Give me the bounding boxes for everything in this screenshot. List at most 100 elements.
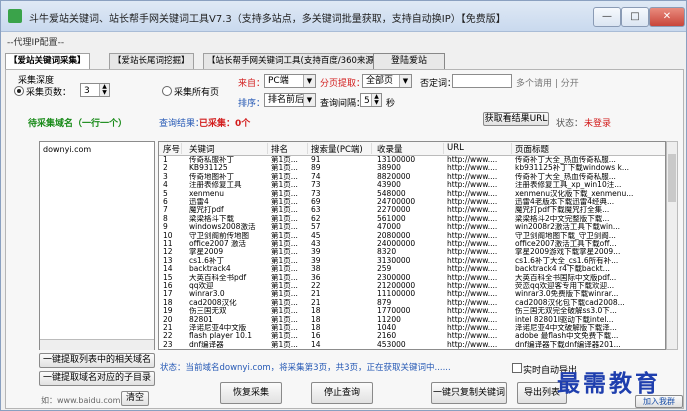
table-cell: 9 [163,223,168,232]
fetch-url-button[interactable]: 获取看结果URL [483,112,549,126]
table-row[interactable]: 14 backtrack4 第1页... 38 259 http://www.... bac… [159,265,665,273]
table-cell: http://www.... [447,298,498,307]
table-row[interactable]: 6 迅雷4 第1页... 69 24700000 http://www.... 迅雷4老版本… [159,198,665,206]
table-cell: 守卫剑阁地图下载_守卫剑阁... [515,231,616,240]
table-row[interactable]: 7 魔咒打pdf 第1页... 63 2270000 http://www.... 魔咒打p… [159,206,665,214]
copy-keywords-button[interactable]: 一键只复制关键词 [431,382,507,404]
table-cell: http://www.... [447,307,498,316]
table-row[interactable]: 1 传奇私服补丁 第1页... 91 13100000 http://www.... 传奇补… [159,156,665,164]
table-row[interactable]: 10 守卫剑阁前传地图 第1页... 45 2080000 http://www.... 守… [159,232,665,240]
col-keyword[interactable]: 关键词 [189,143,268,155]
realtime-export-checkbox[interactable] [512,363,522,373]
clear-button[interactable]: 清空 [121,391,149,406]
results-table[interactable]: 序号 关键词 排名 搜索量(PC端) 收录量 URL 页面标题 1 传奇私服补丁第… [158,141,666,350]
table-cell: 11100000 [377,290,416,299]
interval-unit: 秒 [386,99,396,109]
table-cell: http://www.... [447,256,498,265]
table-row[interactable]: 15 大英百科全书pdf 第1页... 36 2300000 http://www....… [159,274,665,282]
table-cell: 73 [311,181,321,190]
table-cell: 2080000 [377,231,411,240]
table-row[interactable]: 20 82801 第1页... 18 11200 http://www.... intel … [159,316,665,324]
table-row[interactable]: 18 cad2008汉化 第1页... 21 879 http://www.... cad2… [159,299,665,307]
table-cell: 3130000 [377,256,411,265]
table-row[interactable]: 16 qq欢迎 第1页... 22 21200000 http://www.... 荧恋qq… [159,282,665,290]
table-cell: 梁梁格斗下载 [189,214,234,223]
table-cell: 74 [311,172,321,181]
table-cell: http://www.... [447,189,498,198]
page-count-stepper[interactable]: 3 ▲ ▼ [80,83,110,97]
table-cell: dnf编译器下载dnf编译器201... [515,340,621,349]
table-cell: 22 [163,332,173,341]
table-cell: http://www.... [447,214,498,223]
domain-list-scrollbar[interactable] [40,339,154,350]
table-cell: 73 [311,189,321,198]
table-scrollbar[interactable] [666,141,678,350]
source-select[interactable]: PC端 ▼ [264,74,316,88]
table-cell: 23 [163,340,173,349]
table-row[interactable]: 4 注册表修复工具 第1页... 73 43900 http://www.... 注册表修复… [159,181,665,189]
table-row[interactable]: 5 xenmenu 第1页... 73 548000 http://www.... xenm… [159,190,665,198]
page-filter-select[interactable]: 全部页 ▼ [362,74,412,88]
tab-longtail[interactable]: 【爱站长尾词挖掘】 [109,53,194,69]
table-cell: 13100000 [377,156,416,164]
table-row[interactable]: 21 泽诺尼亚4中文版 第1页... 18 1040 http://www.... 泽诺尼亚… [159,324,665,332]
table-row[interactable]: 13 cs1.6补丁 第1页... 39 3130000 http://www.... cs… [159,257,665,265]
table-cell: 第1页... [271,265,298,274]
table-row[interactable]: 8 梁梁格斗下载 第1页... 62 561000 http://www.... 梁梁格斗2… [159,215,665,223]
col-page-title[interactable]: 页面标题 [515,143,663,155]
col-index[interactable]: 序号 [163,143,182,155]
table-row[interactable]: 17 winrar3.0 第1页... 21 11100000 http://www...… [159,290,665,298]
table-row[interactable]: 19 伤三国无双 第1页... 18 1770000 http://www.... 伤三国无… [159,307,665,315]
close-button[interactable]: ✕ [649,7,685,27]
page-count-radio[interactable] [14,86,24,96]
table-cell: 21 [163,324,173,332]
domain-listbox[interactable]: downyi.com [39,141,155,350]
login-aizhan-button[interactable]: 登陆爱站 [373,53,445,70]
table-cell: cad2008汉化包下载cad2008... [515,298,625,307]
results-label: 查询结果： [159,119,205,129]
tab-aizhan-keywords[interactable]: 【爱站关键词采集】 [5,53,90,70]
negative-input[interactable] [452,74,512,88]
col-rank[interactable]: 排名 [271,143,308,155]
table-cell: 第1页... [271,189,298,198]
table-cell: 18 [311,324,321,332]
interval-stepper[interactable]: 5 ▲ ▼ [360,93,382,107]
table-cell: cad2008汉化 [189,298,237,307]
table-row[interactable]: 22 flash player 10.1 第1页... 16 2160 http://ww… [159,332,665,340]
table-scroll-thumb[interactable] [668,154,676,202]
table-row[interactable]: 9 windows2008激活 第1页... 57 47000 http://www...… [159,223,665,231]
table-cell: 伤三国无双完全破解ss3.0下... [515,307,617,316]
sort-select[interactable]: 排名前后 ▼ [264,93,316,107]
extract-related-button[interactable]: 一键提取列表中的相关域名 [39,353,155,368]
table-row[interactable]: 2 KB931125 第1页... 89 38900 http://www.... kb93… [159,164,665,172]
col-search-volume[interactable]: 搜索量(PC端) [311,143,372,155]
table-header: 序号 关键词 排名 搜索量(PC端) 收录量 URL 页面标题 [159,142,665,156]
table-cell: 第1页... [271,340,298,349]
maximize-button[interactable]: □ [621,7,649,27]
table-row[interactable]: 12 掌星2009 第1页... 39 8320 http://www.... 掌星2009… [159,248,665,256]
col-url[interactable]: URL [447,143,512,154]
table-cell: win2008r2激活工具下载win... [515,223,621,232]
domain-item[interactable]: downyi.com [43,145,91,154]
all-pages-radio[interactable] [162,86,172,96]
table-cell: 63 [311,206,321,215]
table-cell: 第1页... [271,332,298,341]
extract-subdir-button[interactable]: 一键提取域名对应的子目录 [39,371,155,386]
title-bar: 斗牛爱站关键词、站长帮手网关键词工具V7.3（支持多站点，多关键词批量获取，支持… [1,1,686,32]
table-row[interactable]: 23 dnf编译器 第1页... 14 453000 http://www.... dnf编… [159,341,665,349]
resume-button[interactable]: 恢复采集 [220,382,282,404]
table-cell: http://www.... [447,265,498,274]
table-cell: http://www.... [447,223,498,232]
table-cell: http://www.... [447,332,498,341]
table-cell: 24000000 [377,240,416,248]
col-indexed[interactable]: 收录量 [377,143,444,155]
table-cell: 第1页... [271,256,298,265]
stop-button[interactable]: 停止查询 [311,382,373,404]
table-cell: 39 [311,256,321,265]
table-cell: 第1页... [271,164,298,173]
table-row[interactable]: 11 office2007 激活 第1页... 43 24000000 http://ww… [159,240,665,248]
minimize-button[interactable]: — [593,7,621,27]
proxy-menu[interactable]: --代理IP配置-- [7,35,64,48]
table-row[interactable]: 3 传奇地图补丁 第1页... 74 8820000 http://www.... 传奇补丁… [159,173,665,181]
table-cell: 11 [163,240,173,248]
